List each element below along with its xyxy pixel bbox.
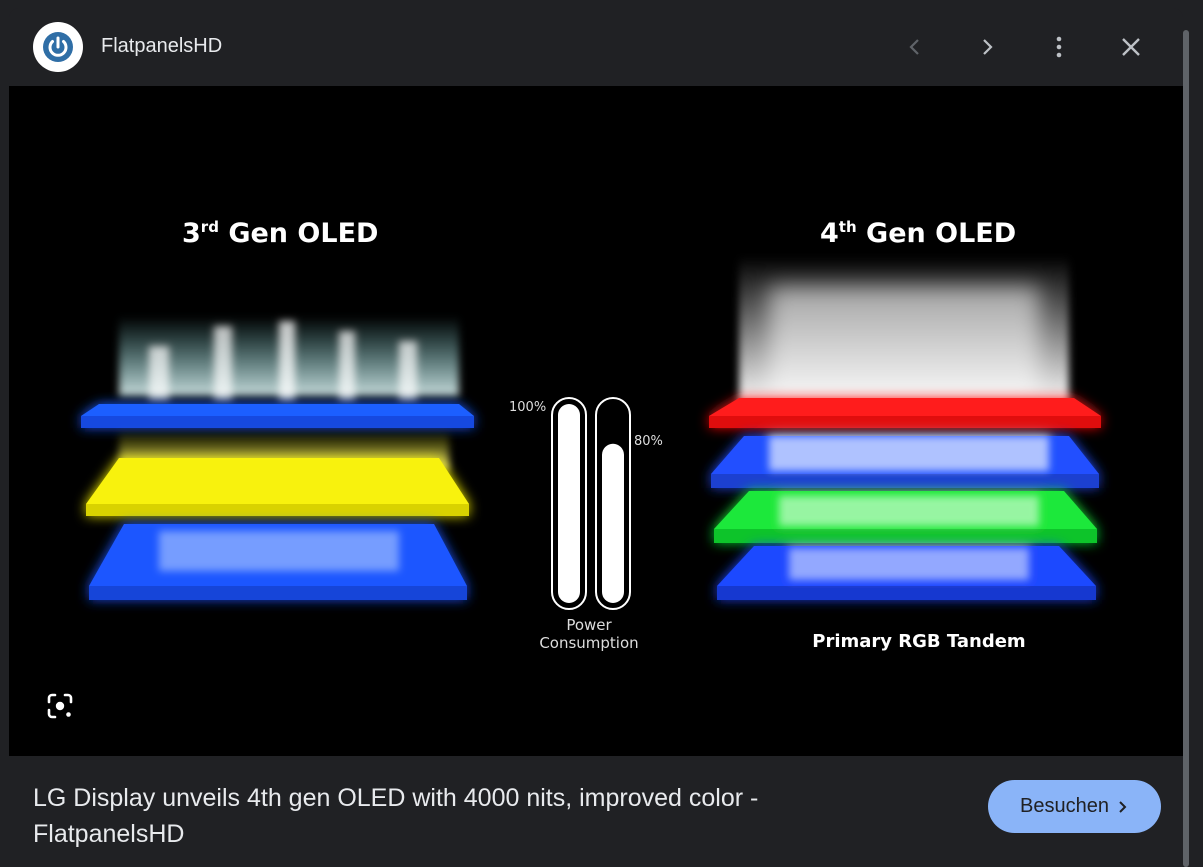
image-preview-panel: FlatpanelsHD 3rd Gen OLED 4th Gen OLED 1… xyxy=(9,8,1183,867)
result-title[interactable]: LG Display unveils 4th gen OLED with 400… xyxy=(33,780,913,852)
oled-illustration xyxy=(81,256,1101,610)
third-gen-title: 3rd Gen OLED xyxy=(182,218,379,249)
visit-label: Besuchen xyxy=(1020,795,1109,817)
power-bar-fill-2 xyxy=(602,443,624,603)
right-red-layer xyxy=(709,398,1101,428)
left-light-rays xyxy=(119,316,459,401)
rgb-tandem-label: Primary RGB Tandem xyxy=(812,631,1026,652)
google-lens-button[interactable] xyxy=(43,689,77,723)
site-name[interactable]: FlatpanelsHD xyxy=(101,35,222,58)
previous-button[interactable] xyxy=(899,31,931,63)
power-icon xyxy=(43,32,73,62)
pct-100-label: 100% xyxy=(509,400,547,415)
close-button[interactable] xyxy=(1115,31,1147,63)
chevron-right-icon xyxy=(1119,800,1127,813)
power-bar-fill-1 xyxy=(558,404,580,603)
left-inner-glow xyxy=(159,531,399,571)
close-icon xyxy=(1122,38,1140,56)
preview-header: FlatpanelsHD xyxy=(9,8,1183,86)
right-green-layer xyxy=(714,491,1097,543)
next-button[interactable] xyxy=(971,31,1003,63)
left-yellow-layer xyxy=(86,458,469,516)
power-consumption-label: Power Consumption xyxy=(529,616,649,652)
more-options-button[interactable] xyxy=(1043,31,1075,63)
preview-image[interactable]: 3rd Gen OLED 4th Gen OLED 100% 80% Power… xyxy=(9,86,1183,756)
visit-button[interactable]: Besuchen xyxy=(988,780,1161,833)
chevron-right-icon xyxy=(983,39,993,55)
chevron-left-icon xyxy=(909,39,919,55)
scrollbar-thumb[interactable] xyxy=(1183,30,1189,867)
fourth-gen-title: 4th Gen OLED xyxy=(820,218,1017,249)
power-line2: Consumption xyxy=(539,634,639,652)
left-blue-top-layer xyxy=(81,404,474,428)
google-lens-icon xyxy=(47,693,73,719)
right-light-rays xyxy=(739,256,1069,406)
power-consumption-bars xyxy=(551,397,631,610)
site-favicon[interactable] xyxy=(33,22,83,72)
power-line1: Power xyxy=(566,616,612,634)
right-blue-upper-layer xyxy=(711,436,1099,488)
right-blue-lower-layer xyxy=(717,546,1096,600)
pct-80-label: 80% xyxy=(634,434,663,449)
more-vert-icon xyxy=(1056,36,1062,58)
